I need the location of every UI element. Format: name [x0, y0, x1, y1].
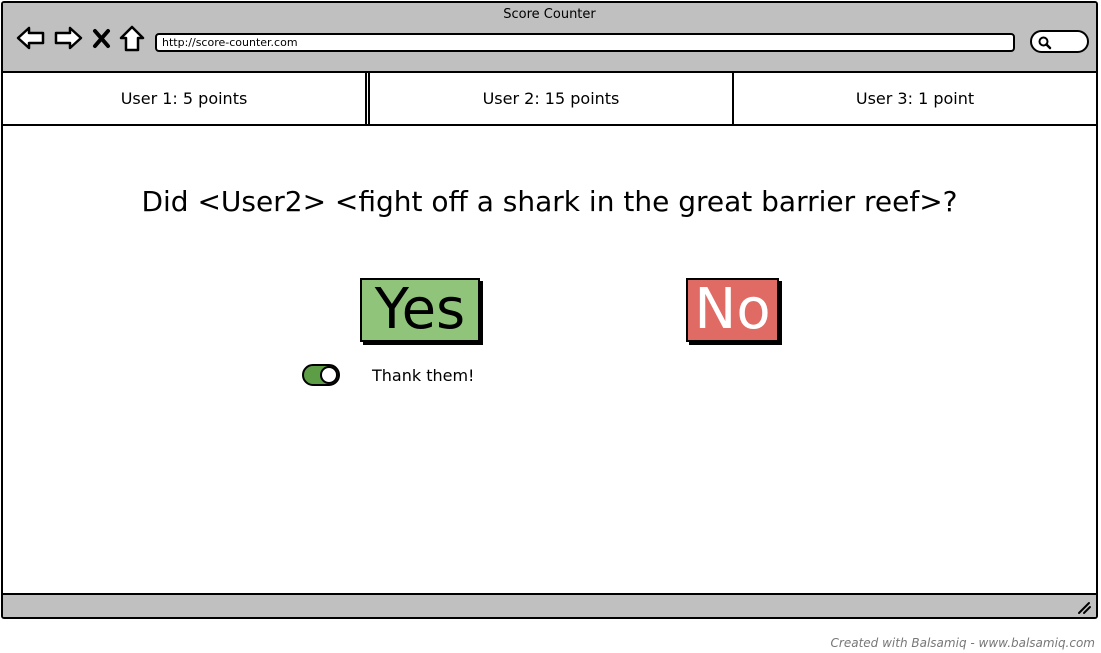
search-icon [1038, 36, 1052, 50]
home-icon[interactable] [117, 23, 147, 53]
tab-user-1[interactable]: User 1: 5 points [3, 73, 367, 124]
tab-user-2[interactable]: User 2: 15 points [368, 73, 734, 124]
browser-toolbar: Score Counter http://score-counter.com [3, 3, 1096, 73]
status-bar [3, 593, 1096, 617]
back-arrow-icon[interactable] [15, 23, 47, 53]
browser-search-box[interactable] [1030, 30, 1089, 53]
close-x-icon[interactable] [90, 23, 114, 53]
thank-them-toggle[interactable] [302, 364, 340, 386]
yes-button[interactable]: Yes [360, 278, 480, 342]
thank-them-label: Thank them! [372, 366, 475, 385]
credit-text: Created with Balsamiq - www.balsamiq.com [830, 636, 1095, 650]
forward-arrow-icon[interactable] [52, 23, 84, 53]
tab-user-3[interactable]: User 3: 1 point [734, 73, 1096, 124]
tab-label: User 3: 1 point [855, 89, 975, 108]
window-title: Score Counter [503, 7, 596, 22]
tab-label: User 1: 5 points [120, 89, 248, 108]
no-button[interactable]: No [686, 278, 779, 342]
user-tabs: User 1: 5 points User 2: 15 points User … [3, 73, 1096, 126]
tab-label: User 2: 15 points [482, 89, 620, 108]
resize-grip-icon[interactable] [1076, 599, 1092, 615]
browser-window: Score Counter http://score-counter.com U… [1, 1, 1098, 619]
question-text: Did <User2> <fight off a shark in the gr… [141, 185, 958, 218]
toggle-knob [320, 366, 338, 384]
url-bar[interactable]: http://score-counter.com [155, 33, 1015, 52]
